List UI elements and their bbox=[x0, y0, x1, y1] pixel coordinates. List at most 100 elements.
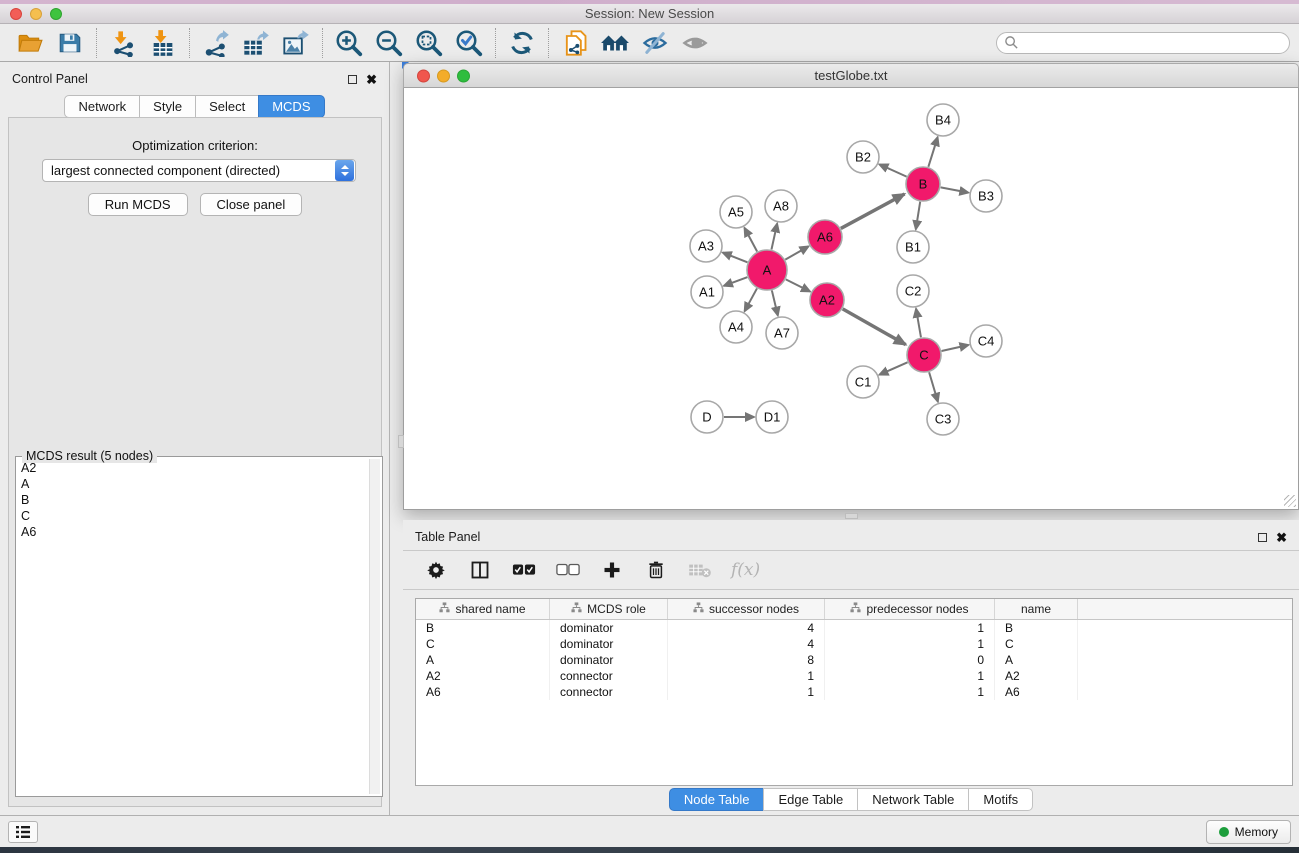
zoom-fit-icon[interactable] bbox=[409, 26, 449, 60]
tab-select[interactable]: Select bbox=[195, 95, 259, 118]
zoom-in-icon[interactable] bbox=[329, 26, 369, 60]
cell-successor_nodes[interactable]: 1 bbox=[668, 668, 825, 684]
cell-predecessor_nodes[interactable]: 0 bbox=[825, 652, 995, 668]
graph-node-A5[interactable]: A5 bbox=[720, 196, 752, 228]
memory-button[interactable]: Memory bbox=[1206, 820, 1291, 844]
select-all-rows-icon[interactable] bbox=[511, 557, 537, 583]
export-network-icon[interactable] bbox=[196, 26, 236, 60]
graph-node-D[interactable]: D bbox=[691, 401, 723, 433]
table-row[interactable]: Adominator80A bbox=[416, 652, 1292, 668]
show-panels-icon[interactable] bbox=[675, 26, 715, 60]
cell-successor_nodes[interactable]: 8 bbox=[668, 652, 825, 668]
graph-node-B2[interactable]: B2 bbox=[847, 141, 879, 173]
cell-shared_name[interactable]: B bbox=[416, 620, 550, 636]
column-layout-icon[interactable] bbox=[467, 557, 493, 583]
zoom-out-icon[interactable] bbox=[369, 26, 409, 60]
graph-node-A3[interactable]: A3 bbox=[690, 230, 722, 262]
search-field[interactable] bbox=[996, 32, 1290, 54]
tab-node-table[interactable]: Node Table bbox=[669, 788, 765, 811]
cell-name[interactable]: A6 bbox=[995, 684, 1078, 700]
cell-successor_nodes[interactable]: 4 bbox=[668, 636, 825, 652]
tab-style[interactable]: Style bbox=[139, 95, 196, 118]
cell-mcds_role[interactable]: connector bbox=[550, 668, 668, 684]
graph-node-A1[interactable]: A1 bbox=[691, 276, 723, 308]
table-row[interactable]: A6connector11A6 bbox=[416, 684, 1292, 700]
duplicate-network-icon[interactable] bbox=[555, 26, 595, 60]
graph-node-A2[interactable]: A2 bbox=[810, 283, 844, 317]
cell-mcds_role[interactable]: connector bbox=[550, 684, 668, 700]
cell-successor_nodes[interactable]: 1 bbox=[668, 684, 825, 700]
cell-shared_name[interactable]: A bbox=[416, 652, 550, 668]
graph-edge-C-C4[interactable] bbox=[942, 345, 969, 351]
cell-mcds_role[interactable]: dominator bbox=[550, 652, 668, 668]
graph-edge-B-B4[interactable] bbox=[928, 137, 937, 167]
result-item[interactable]: B bbox=[19, 492, 368, 508]
graph-edge-A-A6[interactable] bbox=[785, 246, 808, 259]
column-header-name[interactable]: name bbox=[995, 599, 1078, 619]
window-resize-grip[interactable] bbox=[1284, 495, 1296, 507]
horizontal-splitter-handle[interactable] bbox=[845, 513, 858, 519]
export-image-icon[interactable] bbox=[276, 26, 316, 60]
graph-node-A[interactable]: A bbox=[747, 250, 787, 290]
delete-table-icon[interactable] bbox=[687, 557, 713, 583]
export-table-icon[interactable] bbox=[236, 26, 276, 60]
graph-node-A8[interactable]: A8 bbox=[765, 190, 797, 222]
network-close-button[interactable] bbox=[417, 69, 430, 82]
run-mcds-button[interactable]: Run MCDS bbox=[88, 193, 188, 216]
cell-name[interactable]: B bbox=[995, 620, 1078, 636]
result-item[interactable]: A2 bbox=[19, 460, 368, 476]
cell-name[interactable]: A2 bbox=[995, 668, 1078, 684]
cell-predecessor_nodes[interactable]: 1 bbox=[825, 620, 995, 636]
vertical-splitter-handle[interactable] bbox=[398, 435, 404, 448]
table-row[interactable]: Cdominator41C bbox=[416, 636, 1292, 652]
cell-shared_name[interactable]: C bbox=[416, 636, 550, 652]
task-history-button[interactable] bbox=[8, 821, 38, 843]
graph-node-C4[interactable]: C4 bbox=[970, 325, 1002, 357]
graph-node-C1[interactable]: C1 bbox=[847, 366, 879, 398]
graph-edge-B-B2[interactable] bbox=[879, 164, 906, 176]
close-panel-button[interactable]: Close panel bbox=[200, 193, 303, 216]
graph-edge-A-A5[interactable] bbox=[744, 228, 757, 252]
graph-edge-A2-C[interactable] bbox=[843, 309, 906, 345]
minimize-window-button[interactable] bbox=[30, 8, 42, 20]
network-minimize-button[interactable] bbox=[437, 69, 450, 82]
refresh-icon[interactable] bbox=[502, 26, 542, 60]
cell-mcds_role[interactable]: dominator bbox=[550, 620, 668, 636]
graph-edge-C-C2[interactable] bbox=[916, 309, 921, 338]
network-canvas[interactable]: AA1A3A5A8A4A7A6A2BB2B4B3B1CC2C4C1C3DD1 bbox=[403, 88, 1299, 510]
add-column-icon[interactable] bbox=[599, 557, 625, 583]
tab-motifs[interactable]: Motifs bbox=[968, 788, 1033, 811]
float-panel-icon[interactable] bbox=[348, 75, 357, 84]
cell-predecessor_nodes[interactable]: 1 bbox=[825, 636, 995, 652]
cell-predecessor_nodes[interactable]: 1 bbox=[825, 684, 995, 700]
search-input[interactable] bbox=[1019, 36, 1289, 50]
cell-successor_nodes[interactable]: 4 bbox=[668, 620, 825, 636]
cell-shared_name[interactable]: A6 bbox=[416, 684, 550, 700]
optimization-criterion-dropdown[interactable]: largest connected component (directed) bbox=[42, 159, 356, 182]
tab-mcds[interactable]: MCDS bbox=[258, 95, 324, 118]
graph-node-B3[interactable]: B3 bbox=[970, 180, 1002, 212]
zoom-selected-icon[interactable] bbox=[449, 26, 489, 60]
table-row[interactable]: Bdominator41B bbox=[416, 620, 1292, 636]
cell-name[interactable]: A bbox=[995, 652, 1078, 668]
delete-column-icon[interactable] bbox=[643, 557, 669, 583]
close-panel-icon[interactable]: ✖ bbox=[366, 75, 377, 84]
column-header-MCDS-role[interactable]: MCDS role bbox=[550, 599, 668, 619]
import-network-icon[interactable] bbox=[103, 26, 143, 60]
graph-edge-C-C3[interactable] bbox=[929, 372, 938, 401]
float-table-panel-icon[interactable] bbox=[1258, 533, 1267, 542]
network-window-titlebar[interactable]: testGlobe.txt bbox=[403, 63, 1299, 88]
close-table-panel-icon[interactable]: ✖ bbox=[1276, 533, 1287, 542]
result-item[interactable]: C bbox=[19, 508, 368, 524]
graph-edge-A-A8[interactable] bbox=[771, 224, 777, 250]
cell-predecessor_nodes[interactable]: 1 bbox=[825, 668, 995, 684]
result-scrollbar[interactable] bbox=[369, 459, 380, 794]
column-header-shared-name[interactable]: shared name bbox=[416, 599, 550, 619]
graph-edge-C-C1[interactable] bbox=[879, 362, 907, 374]
cell-mcds_role[interactable]: dominator bbox=[550, 636, 668, 652]
column-header-predecessor-nodes[interactable]: predecessor nodes bbox=[825, 599, 995, 619]
column-header-successor-nodes[interactable]: successor nodes bbox=[668, 599, 825, 619]
graph-node-A7[interactable]: A7 bbox=[766, 317, 798, 349]
graph-node-B4[interactable]: B4 bbox=[927, 104, 959, 136]
graph-node-C[interactable]: C bbox=[907, 338, 941, 372]
